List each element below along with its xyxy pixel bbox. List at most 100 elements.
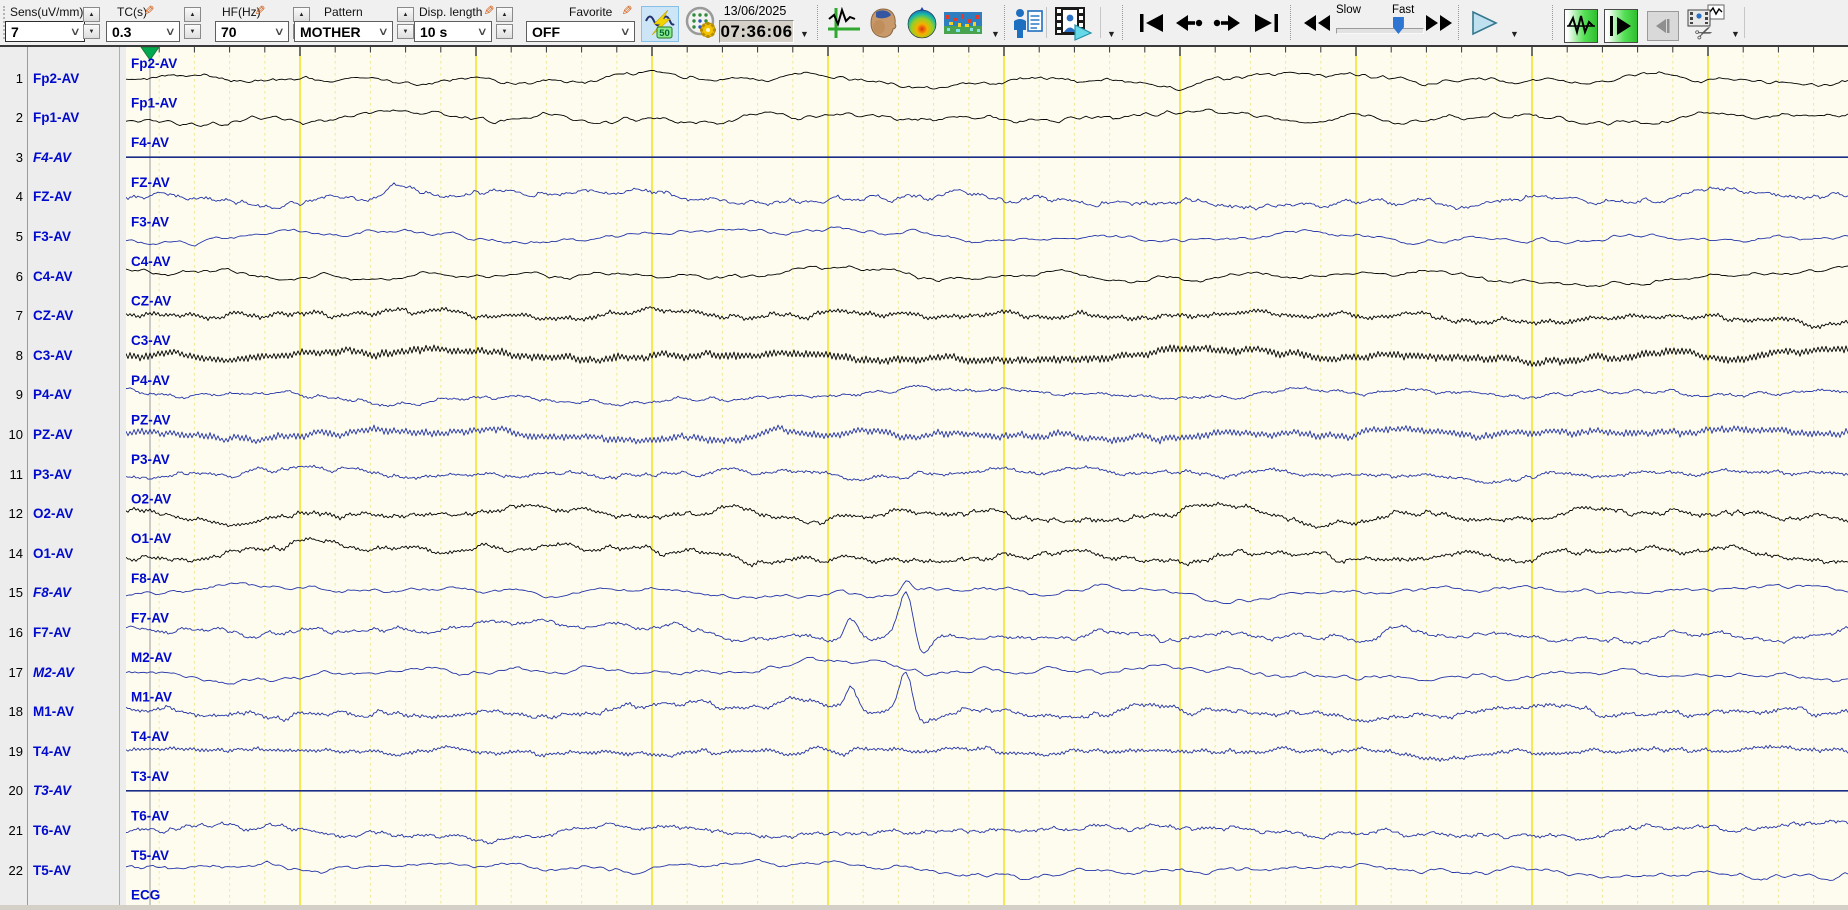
disp-length-spin-down-button[interactable]: ▼ <box>496 24 513 39</box>
channel-number: 21 <box>8 822 23 838</box>
channel-row-cz-av[interactable]: 7 CZ-AV <box>0 306 118 326</box>
topography-map-button[interactable] <box>905 6 939 40</box>
pattern-spin-up-button[interactable]: ▲ <box>397 7 414 22</box>
channel-number: 8 <box>15 347 23 363</box>
channel-name: F8-AV <box>33 585 72 601</box>
fast-forward-button[interactable] <box>1424 12 1454 34</box>
sens-spin-down-button[interactable]: ▼ <box>83 24 100 39</box>
double-arrow-left-icon <box>1304 15 1330 31</box>
channel-name: P4-AV <box>33 387 72 403</box>
tc-spin-down-button[interactable]: ▼ <box>184 24 201 39</box>
favorite-combobox[interactable]: OFF ∨ <box>526 21 635 42</box>
disp-length-spin-up-button[interactable]: ▲ <box>496 7 513 22</box>
review-waveform-button[interactable] <box>1564 9 1598 43</box>
tc-edit-pencil-icon[interactable]: ✎ <box>141 3 157 19</box>
recording-date: 13/06/2025 <box>723 4 787 18</box>
go-to-end-button[interactable] <box>1251 12 1281 34</box>
channel-row-m1-av[interactable]: 18 M1-AV <box>0 702 118 722</box>
channel-row-o1-av[interactable]: 14 O1-AV <box>0 543 118 563</box>
video-playback-button[interactable] <box>1053 5 1093 41</box>
channel-row-c4-av[interactable]: 6 C4-AV <box>0 266 118 286</box>
3d-head-icon <box>870 8 897 38</box>
patient-info-icon <box>1014 9 1043 38</box>
trace-label-o1-av: O1-AV <box>131 531 171 546</box>
channel-row-f7-av[interactable]: 16 F7-AV <box>0 622 118 642</box>
electrode-settings-button[interactable] <box>684 6 718 40</box>
play-segment-button[interactable] <box>1604 9 1638 43</box>
hf-spin-up-button[interactable]: ▲ <box>293 7 310 22</box>
clip-export-button[interactable]: ✂ <box>1686 4 1728 44</box>
channel-row-f3-av[interactable]: 5 F3-AV <box>0 226 118 246</box>
channel-row-c3-av[interactable]: 8 C3-AV <box>0 345 118 365</box>
channel-number: 4 <box>15 189 23 205</box>
channel-number: 20 <box>8 783 23 799</box>
channel-row-fp1-av[interactable]: 2 Fp1-AV <box>0 108 118 128</box>
next-event-button[interactable] <box>1212 12 1242 34</box>
channel-number: 9 <box>15 387 23 403</box>
time-dropdown-arrow-icon[interactable]: ▼ <box>800 29 809 39</box>
main-toolbar: Sens(uV/mm) 7 ∨ ▲ ▼ TC(s) ✎ 0.3 ∨ ▲ ▼ HF(H… <box>0 0 1848 45</box>
notch-filter-button[interactable]: 50 <box>641 6 679 42</box>
tc-spin-up-button[interactable]: ▲ <box>184 7 201 22</box>
play-button[interactable] <box>1468 8 1500 38</box>
waveform-axis-button[interactable] <box>826 6 862 40</box>
3d-head-map-button[interactable] <box>866 6 900 40</box>
channel-row-t6-av[interactable]: 21 T6-AV <box>0 820 118 840</box>
video-dropdown-arrow-icon[interactable]: ▼ <box>1107 29 1116 39</box>
hf-combobox[interactable]: 70 ∨ <box>215 21 289 42</box>
channel-row-t5-av[interactable]: 22 T5-AV <box>0 860 118 880</box>
channel-number: 19 <box>8 743 23 759</box>
disp-length-edit-pencil-icon[interactable]: ✎ <box>481 3 497 19</box>
spectrogram-trend-button[interactable] <box>944 12 982 34</box>
sens-spin-up-button[interactable]: ▲ <box>83 7 100 22</box>
previous-event-button[interactable] <box>1174 12 1204 34</box>
channel-row-p4-av[interactable]: 9 P4-AV <box>0 385 118 405</box>
trace-label-m1-av: M1-AV <box>131 690 172 705</box>
play-dropdown-arrow-icon[interactable]: ▼ <box>1510 29 1519 39</box>
channel-row-f8-av[interactable]: 15 F8-AV <box>0 583 118 603</box>
channel-number: 10 <box>8 426 23 442</box>
fast-backward-button[interactable] <box>1302 12 1332 34</box>
chevron-down-icon: ∨ <box>273 26 285 38</box>
pattern-spin-down-button[interactable]: ▼ <box>397 24 414 39</box>
channel-name: M2-AV <box>33 664 75 680</box>
play-icon <box>1472 10 1498 36</box>
trace-label-t5-av: T5-AV <box>131 848 169 863</box>
speed-fast-label: Fast <box>1392 4 1415 16</box>
channel-row-f4-av[interactable]: 3 F4-AV <box>0 147 118 167</box>
favorite-edit-pencil-icon[interactable]: ✎ <box>619 3 635 19</box>
channel-row-m2-av[interactable]: 17 M2-AV <box>0 662 118 682</box>
channel-row-t3-av[interactable]: 20 T3-AV <box>0 781 118 801</box>
channel-row-fz-av[interactable]: 4 FZ-AV <box>0 187 118 207</box>
channel-row-pz-av[interactable]: 10 PZ-AV <box>0 424 118 444</box>
trace-label-ecg: ECG <box>131 888 160 903</box>
channel-number: 3 <box>15 149 23 165</box>
pattern-combobox[interactable]: MOTHER ∨ <box>294 21 393 42</box>
double-arrow-right-icon <box>1426 15 1452 31</box>
channel-row-fp2-av[interactable]: 1 Fp2-AV <box>0 68 118 88</box>
channel-name: PZ-AV <box>33 426 73 442</box>
disp-length-combobox[interactable]: 10 s ∨ <box>414 21 492 42</box>
speed-slider-track[interactable] <box>1336 28 1424 34</box>
sens-combobox[interactable]: 7 ∨ <box>5 21 85 42</box>
patient-information-button[interactable] <box>1011 6 1045 40</box>
go-to-start-button[interactable] <box>1137 12 1167 34</box>
step-back-button-disabled[interactable] <box>1647 11 1679 41</box>
play-on-green-icon <box>1610 16 1631 36</box>
favorite-label: Favorite <box>569 5 613 19</box>
skip-to-start-icon <box>1140 14 1163 32</box>
channel-name: T3-AV <box>33 783 72 799</box>
tc-combobox[interactable]: 0.3 ∨ <box>106 21 180 42</box>
trace-label-c3-av: C3-AV <box>131 333 171 348</box>
trace-label-t6-av: T6-AV <box>131 808 169 823</box>
trace-label-t3-av: T3-AV <box>131 769 169 784</box>
channel-row-o2-av[interactable]: 12 O2-AV <box>0 504 118 524</box>
hf-edit-pencil-icon[interactable]: ✎ <box>252 3 268 19</box>
chevron-down-icon: ∨ <box>476 26 488 38</box>
channel-row-p3-av[interactable]: 11 P3-AV <box>0 464 118 484</box>
clip-dropdown-arrow-icon[interactable]: ▼ <box>1731 29 1740 39</box>
channel-row-t4-av[interactable]: 19 T4-AV <box>0 741 118 761</box>
waveform-display-area[interactable]: Fp2-AV Fp1-AV F4-AV FZ-AV F3-AV C4-AV CZ-AV C3-… <box>125 46 1848 905</box>
display-mode-dropdown-arrow-icon[interactable]: ▼ <box>991 29 1000 39</box>
trace-label-f3-av: F3-AV <box>131 214 169 229</box>
